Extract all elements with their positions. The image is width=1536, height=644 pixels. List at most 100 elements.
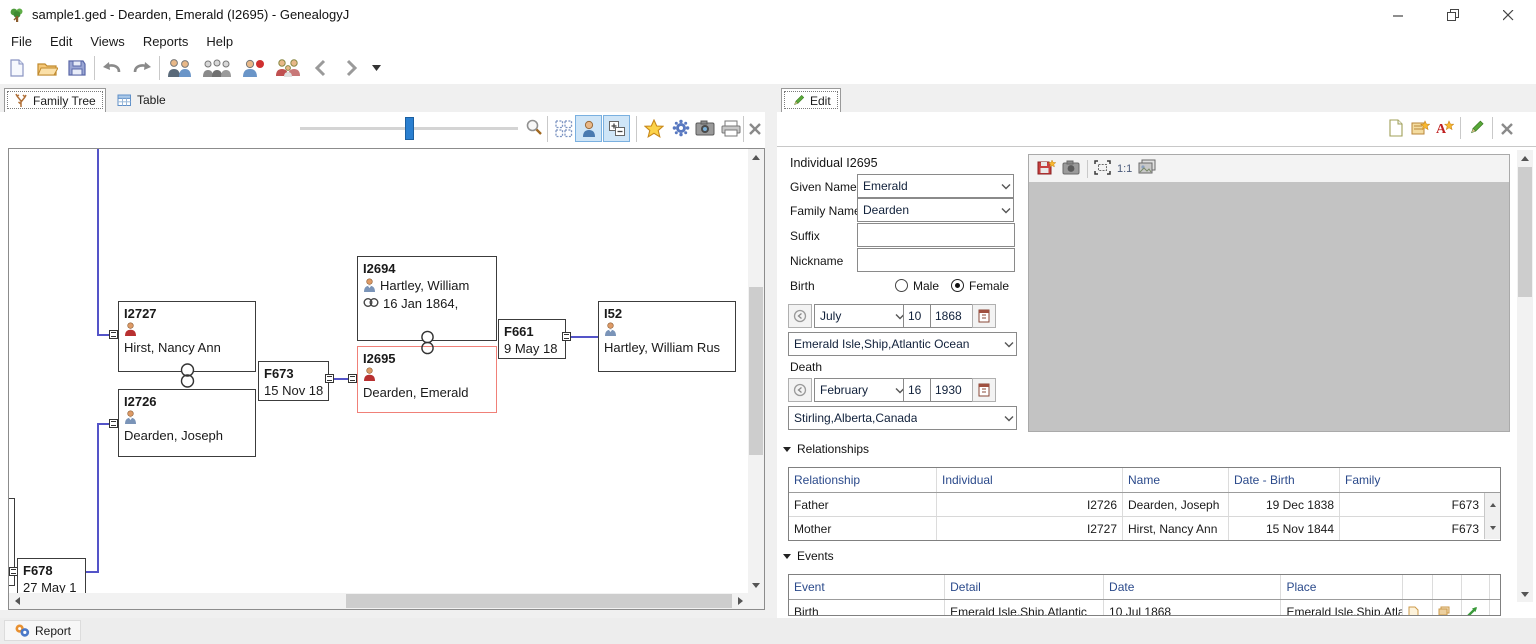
- tree-vertical-scrollbar[interactable]: [748, 149, 764, 593]
- calendar-switch-icon[interactable]: [788, 304, 812, 328]
- tab-table[interactable]: Table: [108, 88, 175, 112]
- death-month-combo[interactable]: February: [814, 378, 908, 402]
- scrollbar-thumb[interactable]: [346, 594, 732, 608]
- tree-horizontal-scrollbar[interactable]: [9, 593, 764, 609]
- fold-handle[interactable]: [562, 332, 571, 341]
- fold-handle[interactable]: [325, 374, 334, 383]
- person-box-i2726[interactable]: I2726 Dearden, Joseph: [118, 389, 256, 457]
- col-header[interactable]: Name: [1123, 468, 1229, 492]
- close-view-icon[interactable]: [746, 116, 764, 142]
- scroll-up-arrow[interactable]: [748, 149, 764, 165]
- scroll-down-arrow[interactable]: [1517, 586, 1533, 602]
- family-box-f661[interactable]: F661 9 May 18: [498, 319, 566, 359]
- date-editor-icon[interactable]: [972, 304, 996, 328]
- menu-views[interactable]: Views: [81, 31, 133, 52]
- calendar-switch-icon[interactable]: [788, 378, 812, 402]
- tab-report[interactable]: Report: [4, 620, 82, 641]
- scroll-down-arrow[interactable]: [748, 577, 764, 593]
- magnifier-icon[interactable]: [521, 114, 547, 140]
- fold-symbols-toggle[interactable]: [603, 115, 630, 142]
- pane-divider[interactable]: [765, 112, 777, 618]
- event-row-birth[interactable]: Birth Emerald Isle,Ship,Atlantic 10 Jul …: [789, 600, 1500, 615]
- snapshot-camera-icon[interactable]: [692, 115, 718, 141]
- new-property-icon[interactable]: [1385, 115, 1407, 141]
- date-editor-icon[interactable]: [972, 378, 996, 402]
- families-icon[interactable]: [200, 55, 234, 81]
- new-individual-icon[interactable]: [238, 55, 268, 81]
- female-radio[interactable]: [951, 279, 964, 292]
- col-header[interactable]: Detail: [945, 575, 1105, 599]
- col-header[interactable]: Date: [1104, 575, 1282, 599]
- suffix-input[interactable]: [857, 223, 1015, 247]
- col-header[interactable]: Relationship: [789, 468, 937, 492]
- minimize-button[interactable]: [1381, 2, 1415, 28]
- bookmark-star-icon[interactable]: [641, 115, 667, 141]
- scroll-up-arrow[interactable]: [1517, 150, 1533, 166]
- fold-handle[interactable]: [348, 374, 357, 383]
- history-dropdown-icon[interactable]: [368, 55, 386, 81]
- restore-button[interactable]: [1436, 2, 1470, 28]
- tab-edit[interactable]: Edit: [781, 88, 841, 112]
- relationship-row-mother[interactable]: Mother I2727 Hirst, Nancy Ann 15 Nov 184…: [789, 516, 1484, 540]
- birth-place-combo[interactable]: Emerald Isle,Ship,Atlantic Ocean: [788, 332, 1017, 356]
- fit-zoom-icon[interactable]: [1094, 159, 1111, 178]
- scrollbar-thumb[interactable]: [1518, 167, 1532, 297]
- family-name-combo[interactable]: Dearden: [857, 198, 1014, 222]
- all-media-icon[interactable]: [1138, 159, 1157, 178]
- add-note-icon[interactable]: [1409, 115, 1431, 141]
- print-icon[interactable]: [718, 115, 744, 141]
- close-view-icon[interactable]: [1497, 116, 1517, 142]
- male-radio[interactable]: [895, 279, 908, 292]
- menu-reports[interactable]: Reports: [134, 31, 198, 52]
- delete-event-icon[interactable]: [1490, 600, 1500, 615]
- open-file-button[interactable]: [34, 55, 60, 81]
- close-window-button[interactable]: [1491, 2, 1525, 28]
- individuals-icon[interactable]: [164, 55, 196, 81]
- scroll-up-arrow[interactable]: [1484, 493, 1500, 516]
- back-icon[interactable]: [308, 55, 334, 81]
- family-tree-canvas[interactable]: I2727 Hirst, Nancy Ann I2726 Dearden, Jo…: [8, 148, 765, 610]
- scroll-down-arrow[interactable]: [1484, 516, 1500, 539]
- events-section-header[interactable]: Events: [783, 549, 834, 563]
- add-media-icon[interactable]: [1037, 158, 1057, 179]
- col-header[interactable]: Individual: [937, 468, 1123, 492]
- col-header[interactable]: Date - Birth: [1229, 468, 1340, 492]
- menu-file[interactable]: File: [2, 31, 41, 52]
- zoom-slider-handle[interactable]: [405, 117, 414, 140]
- edit-vertical-scrollbar[interactable]: [1517, 150, 1533, 602]
- relationship-row-father[interactable]: Father I2726 Dearden, Joseph 19 Dec 1838…: [789, 493, 1484, 516]
- relationships-section-header[interactable]: Relationships: [783, 442, 869, 456]
- overview-grid-icon[interactable]: [551, 116, 577, 142]
- forward-icon[interactable]: [338, 55, 364, 81]
- col-header[interactable]: Place: [1281, 575, 1404, 599]
- fold-handle[interactable]: [109, 330, 118, 339]
- root-person-toggle[interactable]: [575, 115, 602, 142]
- new-file-button[interactable]: [4, 55, 30, 81]
- redo-icon[interactable]: [129, 55, 155, 81]
- add-source-icon[interactable]: A: [1433, 115, 1455, 141]
- family-view-icon[interactable]: [272, 55, 304, 81]
- birth-month-combo[interactable]: July: [814, 304, 908, 328]
- edit-event-icon[interactable]: [1462, 600, 1490, 615]
- tab-family-tree[interactable]: Family Tree: [4, 88, 106, 112]
- save-button[interactable]: [64, 55, 90, 81]
- nickname-input[interactable]: [857, 248, 1015, 272]
- scroll-left-arrow[interactable]: [9, 593, 25, 609]
- menu-help[interactable]: Help: [197, 31, 242, 52]
- given-name-combo[interactable]: Emerald: [857, 174, 1014, 198]
- family-box-f673[interactable]: F673 15 Nov 18: [258, 361, 329, 401]
- col-header[interactable]: Family: [1340, 468, 1500, 492]
- fold-handle[interactable]: [109, 419, 118, 428]
- death-place-combo[interactable]: Stirling,Alberta,Canada: [788, 406, 1017, 430]
- zoom-100-label[interactable]: 1:1: [1117, 163, 1132, 175]
- undo-icon[interactable]: [99, 55, 125, 81]
- death-year-input[interactable]: 1930: [930, 378, 978, 402]
- birth-year-input[interactable]: 1868: [930, 304, 978, 328]
- media-icon[interactable]: [1433, 600, 1463, 615]
- menu-edit[interactable]: Edit: [41, 31, 81, 52]
- scroll-right-arrow[interactable]: [732, 593, 748, 609]
- col-header[interactable]: Event: [789, 575, 946, 599]
- person-box-i52[interactable]: I52 Hartley, William Rus: [598, 301, 736, 372]
- edit-pencil-icon[interactable]: [1465, 115, 1487, 141]
- settings-gear-icon[interactable]: [668, 115, 694, 141]
